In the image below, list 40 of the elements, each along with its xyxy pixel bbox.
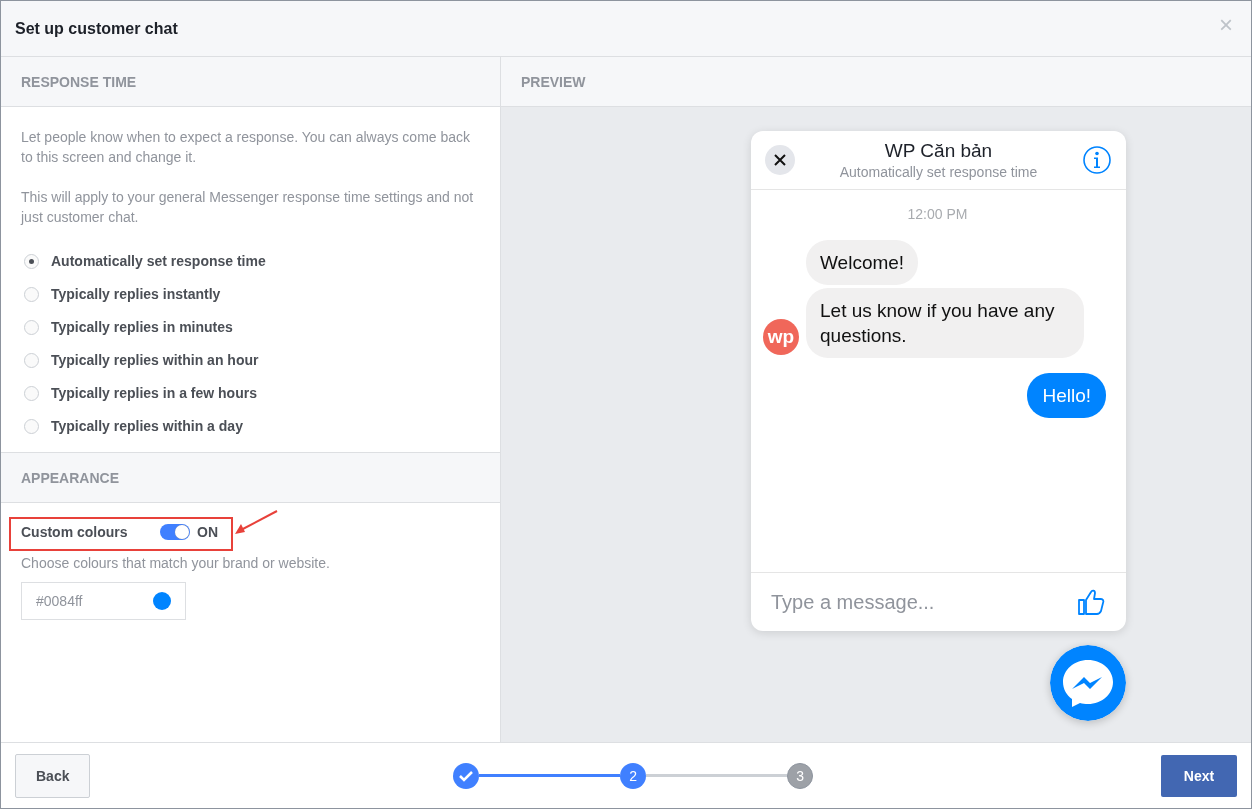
message-time: 12:00 PM	[906, 206, 969, 222]
radio-icon[interactable]	[24, 385, 39, 401]
description-text: This will apply to your general Messenger response time settings and not just customer chat.	[21, 188, 475, 227]
section-heading: RESPONSE TIME	[21, 73, 137, 90]
radio-icon[interactable]	[24, 253, 39, 269]
setting-label: Custom colours	[21, 524, 129, 540]
annotation-arrow	[233, 509, 279, 537]
toggle-switch[interactable]	[160, 524, 190, 540]
section-heading: APPEARANCE	[21, 469, 119, 486]
step-indicator: 2	[620, 762, 647, 789]
page-avatar: wp	[763, 319, 799, 355]
message-field[interactable]: Type a message...	[769, 589, 1076, 615]
radio-option[interactable]: Typically replies within an hour	[21, 352, 259, 368]
radio-option[interactable]: Typically replies in minutes	[21, 319, 233, 335]
message-bubble: Hello!	[1027, 373, 1106, 418]
colour-swatch[interactable]	[153, 592, 171, 610]
description-text: Let people know when to expect a response. You can always come back to this screen and change it.	[21, 128, 472, 167]
thumbs-up-icon[interactable]	[1076, 587, 1106, 617]
info-icon[interactable]	[1082, 145, 1112, 175]
radio-icon[interactable]	[24, 319, 39, 335]
response-status: Automatically set response time	[839, 164, 1038, 180]
messenger-icon[interactable]	[1050, 645, 1126, 721]
window-title: Set up customer chat	[15, 19, 178, 38]
next-button[interactable]: Next	[1161, 754, 1237, 797]
radio-icon[interactable]	[24, 418, 39, 434]
radio-option[interactable]: Automatically set response time	[21, 253, 266, 269]
back-button[interactable]: Back	[15, 753, 91, 798]
radio-option[interactable]: Typically replies in a few hours	[21, 385, 257, 401]
section-heading: PREVIEW	[521, 73, 586, 90]
radio-icon[interactable]	[24, 286, 39, 302]
radio-option[interactable]: Typically replies within a day	[21, 418, 243, 434]
radio-icon[interactable]	[24, 352, 39, 368]
message-bubble: Welcome!	[806, 240, 919, 285]
hint-text: Choose colours that match your brand or website.	[21, 555, 331, 571]
toggle-state: ON	[197, 524, 218, 540]
page-name: WP Căn bản	[884, 140, 993, 162]
close-icon[interactable]	[765, 145, 795, 175]
message-bubble: Let us know if you have any questions.	[806, 288, 1084, 358]
step-indicator: 3	[787, 762, 814, 789]
radio-option[interactable]: Typically replies instantly	[21, 286, 221, 302]
